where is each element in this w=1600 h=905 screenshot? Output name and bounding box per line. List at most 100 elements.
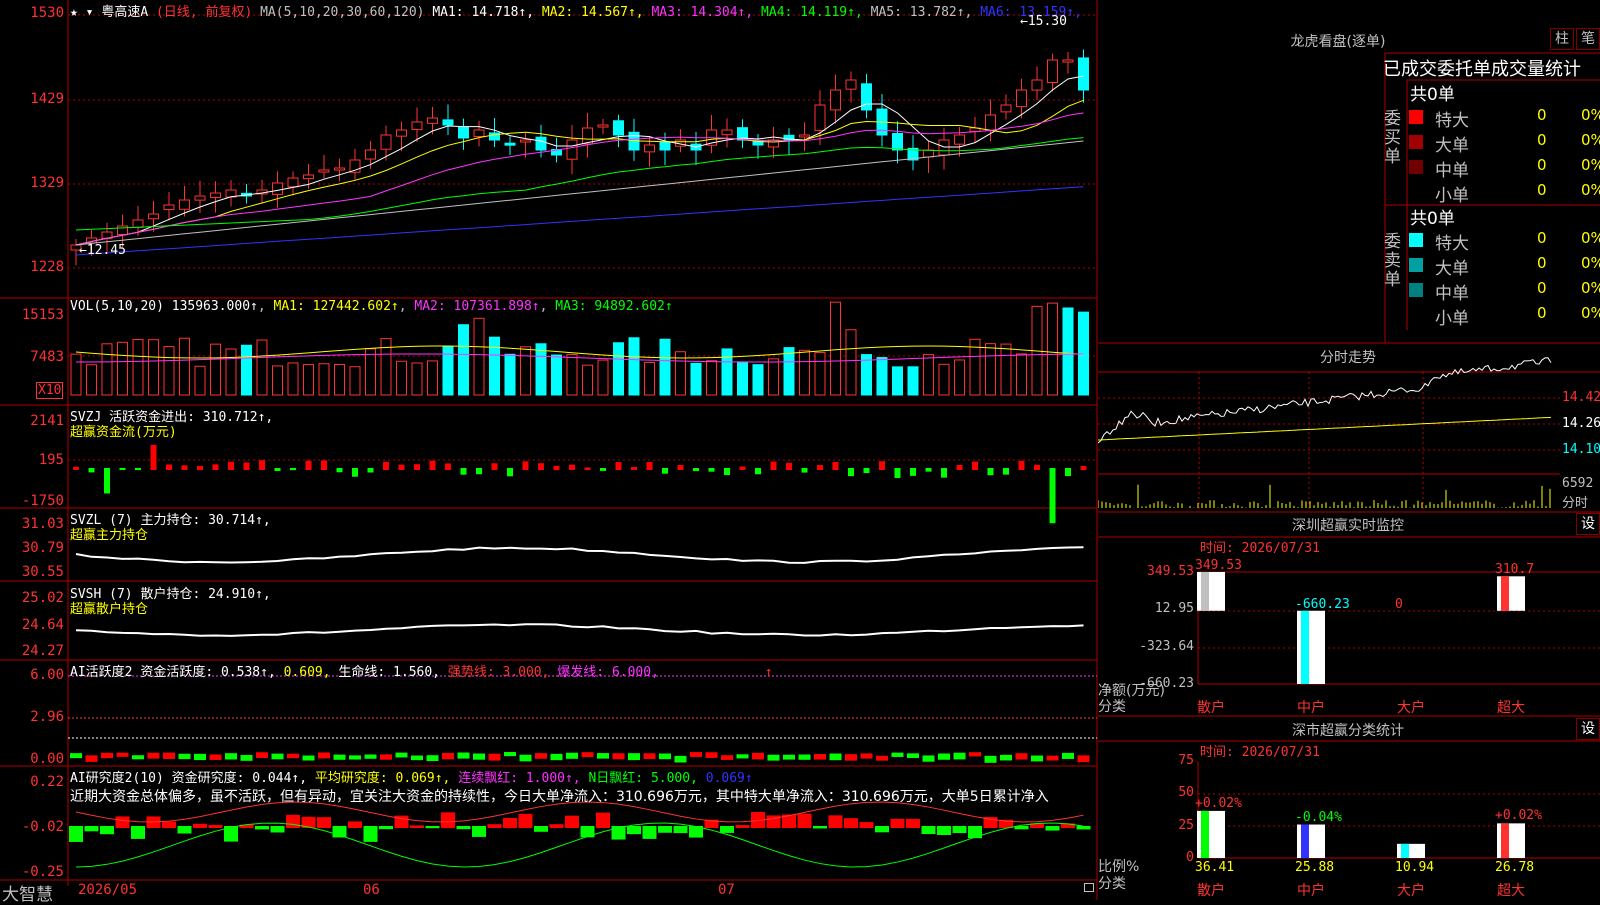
volume-unit-badge[interactable]: X10	[36, 382, 64, 399]
research-bar	[270, 826, 285, 833]
research-bar	[549, 824, 564, 828]
research-bar	[348, 821, 362, 828]
volume-bar	[194, 365, 206, 396]
fund-flow-bar	[321, 460, 327, 470]
candle	[768, 139, 779, 148]
research-bar	[906, 818, 920, 828]
buy-order-value: 0	[1537, 181, 1547, 199]
fund-flow-bar	[414, 464, 420, 470]
research-bar	[844, 818, 858, 828]
intraday-chart	[1098, 357, 1552, 508]
stat-settings-button[interactable]: 设	[1576, 718, 1600, 740]
candle	[194, 195, 206, 201]
sell-total: 共0单	[1410, 209, 1455, 229]
sell-order-swatch	[1409, 308, 1423, 322]
research-bar	[363, 826, 378, 842]
volume-bar	[876, 357, 888, 396]
stat-pct-label: -0.04%	[1295, 809, 1342, 825]
monitor-bar-label: 349.53	[1195, 558, 1242, 573]
candle	[272, 182, 283, 195]
candle	[520, 139, 531, 143]
candle	[473, 129, 485, 138]
activity-bar	[581, 752, 594, 758]
activity-bar	[860, 753, 873, 759]
stat-class-label: 中户	[1297, 883, 1325, 899]
research-bar	[797, 813, 812, 828]
fund-flow-bar	[352, 468, 358, 477]
dropdown-arrow-icon[interactable]: ▾	[86, 5, 94, 20]
fund-flow-bar	[197, 465, 203, 470]
volume-bar	[845, 329, 857, 396]
candle	[597, 124, 609, 128]
buy-order-row: 小单 0 0%	[1409, 181, 1600, 206]
volume-bar	[163, 346, 175, 396]
research-bar	[968, 826, 982, 839]
fund-flow-bar	[925, 468, 932, 472]
stat-bar-stripe	[1501, 823, 1509, 858]
ai-activity-axis-label: 2.96	[30, 709, 64, 725]
order-stat-tabs[interactable]: 已成交委托单成交量统计	[1383, 55, 1600, 81]
ai-activity-axis-label: 6.00	[30, 667, 64, 683]
activity-bar	[628, 753, 640, 761]
fund-flow-bar	[894, 468, 901, 478]
fund-flow-bar	[569, 464, 575, 470]
research-bar	[487, 824, 502, 828]
fund-flow-bar	[1018, 460, 1025, 470]
activity-bar	[845, 754, 857, 761]
svzl-axis-label: 30.79	[21, 540, 64, 556]
monitor-bar-label: -660.23	[1295, 596, 1350, 612]
volume-bar	[303, 364, 314, 396]
monitor-title: 深圳超赢实时监控	[1292, 518, 1404, 534]
star-icon[interactable]: ★	[70, 5, 78, 20]
intraday-price-line	[1098, 357, 1552, 444]
monitor-class-label: 中户	[1297, 700, 1325, 716]
main-chart-area[interactable]: ★ ▾ 粤高速A (日线, 前复权) MA(5,10,20,30,60,120)…	[0, 0, 1098, 905]
activity-bar	[643, 753, 656, 759]
pen-mode-button[interactable]: 笔	[1576, 28, 1600, 50]
volume-bar	[520, 346, 531, 396]
volume-bar	[318, 363, 330, 396]
activity-bar	[209, 754, 222, 760]
activity-bar	[550, 753, 563, 761]
retail-holding-line	[75, 623, 1084, 637]
activity-bar	[116, 752, 129, 757]
volume-bar	[954, 359, 965, 396]
monitor-axis-label: -323.64	[1139, 638, 1194, 654]
stat-bar-stripe	[1301, 824, 1309, 858]
volume-bar	[70, 353, 82, 396]
volume-bar	[597, 359, 609, 396]
stat-bar-stripe	[1401, 843, 1409, 858]
activity-bar	[302, 755, 315, 761]
activity-bar	[566, 752, 578, 759]
volume-bar	[721, 348, 733, 396]
ma-value-3: MA3: 14.304↑,	[643, 5, 754, 20]
monitor-settings-button[interactable]: 设	[1576, 513, 1600, 535]
candle	[1047, 59, 1058, 84]
activity-bar	[349, 755, 361, 760]
fund-flow-bar	[460, 468, 467, 475]
buy-order-row: 大单 0 0%	[1409, 131, 1600, 156]
research-bar	[503, 817, 517, 828]
main-chart-frame	[0, 0, 1098, 900]
bar-mode-button[interactable]: 柱	[1550, 28, 1574, 50]
ai-activity-header: AI活跃度2 资金活跃度: 0.538↑, 0.609, 生命线: 1.560,…	[70, 665, 773, 680]
fund-flow-bar	[879, 461, 885, 470]
fund-flow-bar	[1003, 468, 1009, 475]
candle	[845, 79, 857, 90]
volume-bar	[349, 366, 361, 396]
lock-icon[interactable]	[1084, 883, 1094, 892]
fund-flow-bar	[553, 465, 560, 470]
volume-bar	[1000, 343, 1012, 396]
volume-bar	[101, 343, 113, 396]
activity-bar	[240, 754, 253, 761]
fund-flow-bar	[848, 468, 854, 477]
activity-bar	[411, 755, 423, 761]
monitor-bar-stripe	[1501, 576, 1509, 611]
activity-bar	[473, 753, 485, 760]
volume-bar	[613, 342, 624, 396]
fund-flow-bar	[817, 465, 823, 470]
ma-line-1	[75, 75, 1084, 246]
fund-flow-bar	[476, 468, 482, 475]
sell-order-swatch	[1409, 258, 1423, 272]
stat-pct-label: +0.02%	[1495, 808, 1542, 824]
